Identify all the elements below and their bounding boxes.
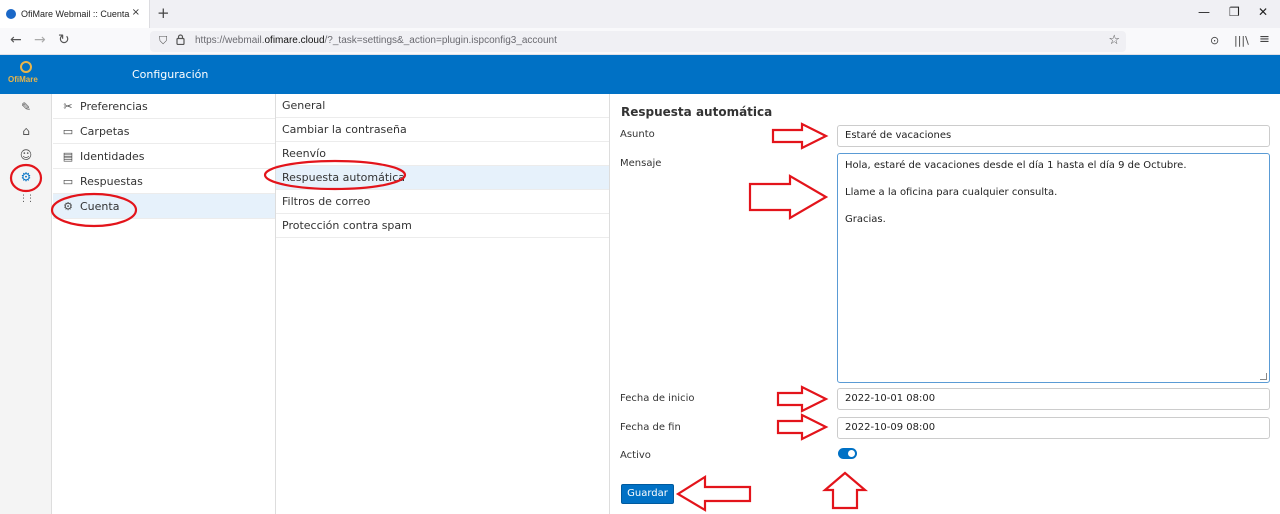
message-line: Llame a la oficina para cualquier consul… — [845, 187, 1058, 198]
url-text: https://webmail.ofimare.cloud/?_task=set… — [195, 35, 557, 46]
browser-tab-bar: OfiMare Webmail :: Cuenta × + — ❐ ✕ — [0, 0, 1280, 28]
toggle-knob — [848, 450, 855, 457]
id-card-icon: ▤ — [62, 149, 74, 163]
app-nav-rail: ✎ ⌂ ☺ ⚙ ⋮⋮ — [0, 94, 52, 514]
end-date-input[interactable]: 2022-10-09 08:00 — [837, 417, 1270, 439]
window-close-icon[interactable]: ✕ — [1258, 5, 1268, 19]
section-item-autoreply[interactable]: Respuesta automática — [276, 166, 609, 190]
tab-close-icon[interactable]: × — [132, 7, 140, 18]
message-line: Hola, estaré de vacaciones desde el día … — [845, 160, 1187, 171]
browser-nav-bar: ← → ↻ ⛉ https://webmail.ofimare.cloud/?_… — [0, 28, 1280, 55]
app-menu-icon[interactable]: ≡ — [1259, 32, 1270, 47]
settings-item-label: Identidades — [80, 149, 145, 163]
settings-menu: ✂ Preferencias ▭ Carpetas ▤ Identidades … — [53, 94, 276, 514]
message-label: Mensaje — [620, 158, 662, 169]
lock-icon[interactable] — [176, 34, 185, 48]
settings-item-cuenta[interactable]: ⚙ Cuenta — [53, 194, 275, 219]
settings-item-label: Carpetas — [80, 124, 130, 138]
reload-icon[interactable]: ↻ — [58, 32, 70, 48]
address-bar[interactable]: ⛉ https://webmail.ofimare.cloud/?_task=s… — [150, 31, 1126, 52]
settings-icon[interactable]: ⚙ — [18, 170, 34, 184]
section-item-filters[interactable]: Filtros de correo — [276, 190, 609, 214]
section-item-spam[interactable]: Protección contra spam — [276, 214, 609, 238]
settings-item-carpetas[interactable]: ▭ Carpetas — [53, 119, 275, 144]
account-sections-list: General Cambiar la contraseña Reenvío Re… — [276, 94, 610, 514]
message-line: Gracias. — [845, 214, 886, 225]
scissors-icon: ✂ — [63, 99, 73, 113]
form-title: Respuesta automática — [621, 105, 773, 119]
gear-icon: ⚙ — [63, 199, 73, 213]
active-label: Activo — [620, 450, 651, 461]
new-tab-icon[interactable]: + — [157, 4, 170, 22]
settings-item-respuestas[interactable]: ▭ Respuestas — [53, 169, 275, 194]
section-title: Configuración — [132, 68, 209, 81]
back-icon[interactable]: ← — [10, 32, 22, 48]
section-item-password[interactable]: Cambiar la contraseña — [276, 118, 609, 142]
maximize-icon[interactable]: ❐ — [1229, 5, 1240, 19]
compose-icon[interactable]: ✎ — [18, 100, 34, 114]
apps-icon[interactable]: ⋮⋮ — [18, 194, 35, 204]
save-button[interactable]: Guardar — [621, 484, 674, 504]
library-icon[interactable]: |||\ — [1234, 34, 1249, 47]
folder-icon: ▭ — [62, 124, 74, 138]
reply-template-icon: ▭ — [62, 174, 74, 188]
section-item-forwarding[interactable]: Reenvío — [276, 142, 609, 166]
settings-item-label: Cuenta — [80, 199, 120, 213]
start-date-input[interactable]: 2022-10-01 08:00 — [837, 388, 1270, 410]
section-item-general[interactable]: General — [276, 94, 609, 118]
settings-item-preferencias[interactable]: ✂ Preferencias — [53, 94, 275, 119]
logo-text: OfiMare — [8, 75, 38, 84]
settings-item-label: Respuestas — [80, 174, 143, 188]
browser-tab[interactable]: OfiMare Webmail :: Cuenta × — [0, 0, 150, 28]
logo-ring-icon — [20, 61, 32, 73]
autoreply-form: Respuesta automática Asunto Estaré de va… — [610, 94, 1280, 514]
settings-item-identidades[interactable]: ▤ Identidades — [53, 144, 275, 169]
ofimare-logo[interactable]: OfiMare — [8, 59, 44, 91]
subject-label: Asunto — [620, 129, 655, 140]
start-date-label: Fecha de inicio — [620, 393, 695, 404]
forward-icon[interactable]: → — [34, 32, 46, 48]
tab-title: OfiMare Webmail :: Cuenta — [21, 9, 130, 19]
people-icon[interactable]: ☺ — [18, 148, 34, 162]
end-date-label: Fecha de fin — [620, 422, 681, 433]
bookmark-star-icon[interactable]: ☆ — [1108, 33, 1120, 48]
active-toggle[interactable] — [838, 448, 857, 459]
app-header: OfiMare Configuración — [0, 55, 1280, 94]
minimize-icon[interactable]: — — [1198, 5, 1210, 19]
pocket-icon[interactable]: ⊙ — [1210, 34, 1219, 47]
tracking-shield-icon[interactable]: ⛉ — [159, 34, 167, 48]
subject-input[interactable]: Estaré de vacaciones — [837, 125, 1270, 147]
site-favicon-icon — [6, 9, 16, 19]
message-textarea[interactable]: Hola, estaré de vacaciones desde el día … — [837, 153, 1270, 383]
contacts-icon[interactable]: ⌂ — [18, 124, 34, 138]
settings-item-label: Preferencias — [80, 99, 148, 113]
resize-handle-icon[interactable] — [1260, 373, 1267, 380]
